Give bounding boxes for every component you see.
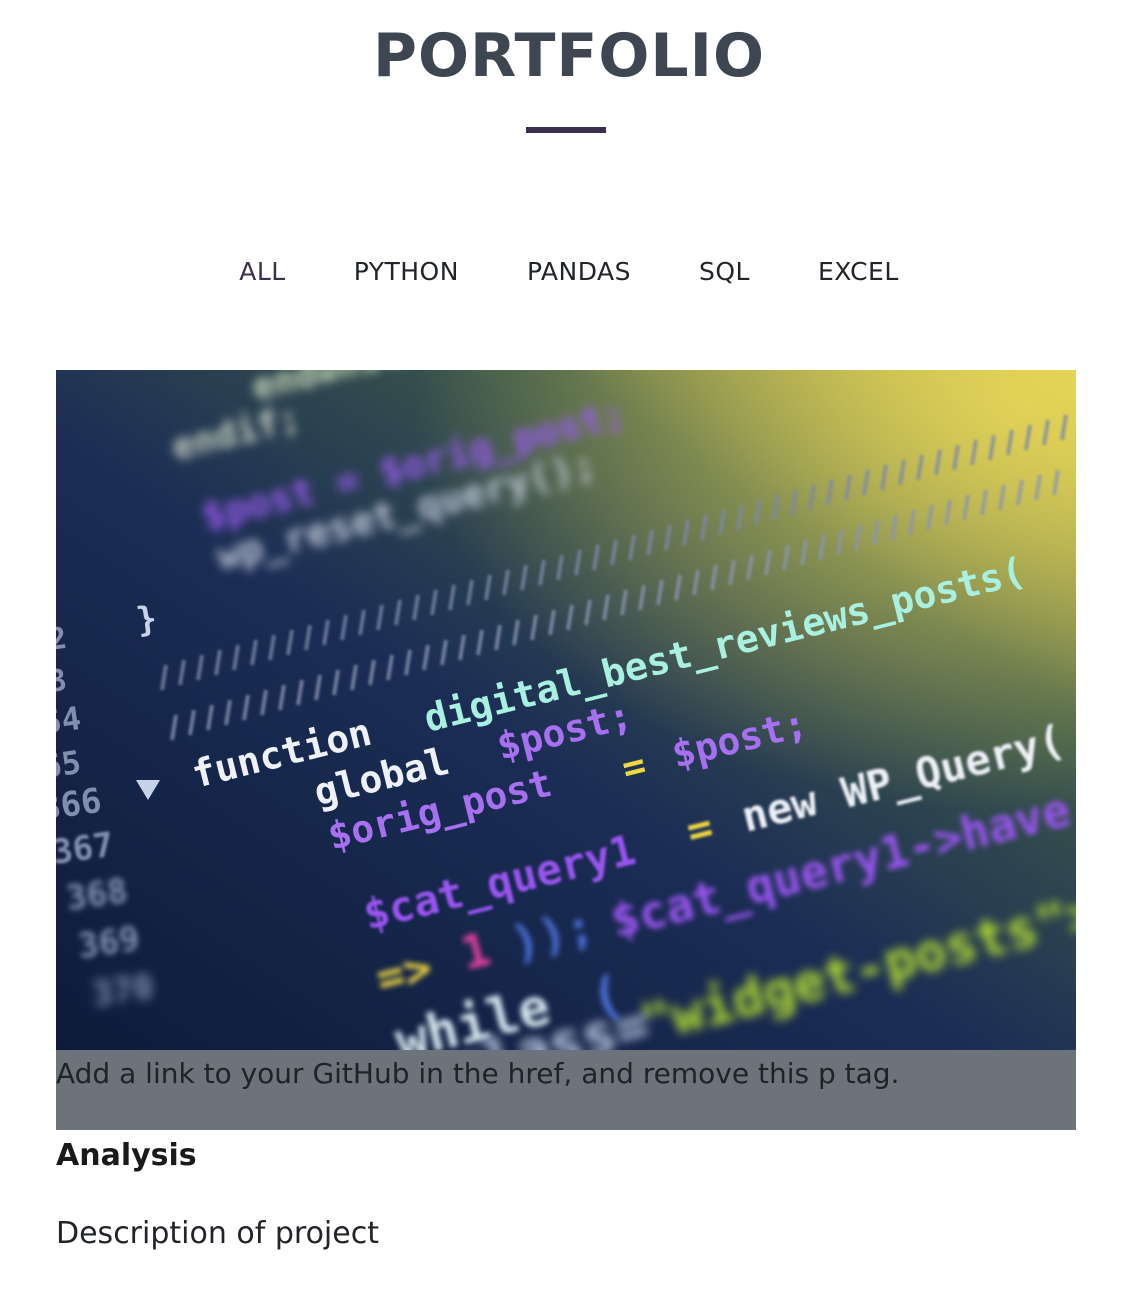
filter-python[interactable]: PYTHON: [354, 252, 459, 292]
filter-excel[interactable]: EXCEL: [818, 252, 899, 292]
code-screenshot-image: endwhile; endif; $post = $orig_post; wp_…: [56, 370, 1076, 1050]
title-divider: [526, 127, 606, 133]
filter-sql[interactable]: SQL: [699, 252, 750, 292]
svg-text:369: 369: [76, 919, 142, 967]
page-title: PORTFOLIO: [373, 21, 765, 91]
portfolio-filter-nav: ALL PYTHON PANDAS SQL EXCEL: [0, 252, 1138, 292]
filter-all[interactable]: ALL: [239, 252, 285, 292]
project-title: Analysis: [56, 1138, 197, 1173]
svg-text:370: 370: [90, 967, 156, 1015]
project-image-link[interactable]: endwhile; endif; $post = $orig_post; wp_…: [56, 370, 1076, 1050]
project-description: Description of project: [56, 1216, 379, 1251]
filter-pandas[interactable]: PANDAS: [527, 252, 631, 292]
project-card: endwhile; endif; $post = $orig_post; wp_…: [56, 370, 1076, 1254]
project-caption: Add a link to your GitHub in the href, a…: [56, 1050, 1076, 1130]
svg-text:368: 368: [64, 871, 130, 919]
